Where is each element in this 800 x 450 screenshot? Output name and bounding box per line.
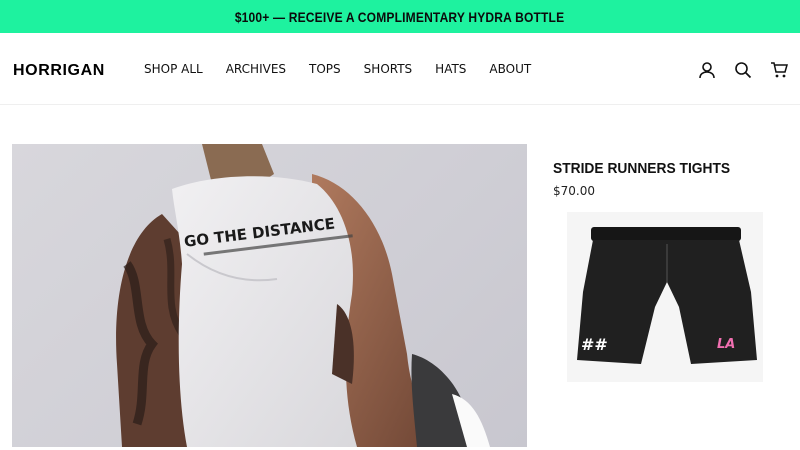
site-logo[interactable]: HORRIGAN: [13, 62, 105, 80]
main-nav: SHOP ALL ARCHIVES TOPS SHORTS HATS ABOUT: [144, 62, 554, 76]
product-price: $70.00: [553, 184, 595, 198]
tights-pink-mark: LA: [717, 337, 735, 352]
hero-photo: GO THE DISTANCE: [116, 144, 490, 447]
product-title[interactable]: STRIDE RUNNERS TIGHTS: [553, 160, 730, 177]
cart-icon[interactable]: [768, 59, 790, 81]
nav-archives[interactable]: ARCHIVES: [226, 62, 286, 76]
account-icon[interactable]: [696, 59, 718, 81]
promo-text: $100+ — RECEIVE A COMPLIMENTARY HYDRA BO…: [235, 8, 565, 25]
product-image[interactable]: ## LA: [567, 212, 763, 382]
nav-tops[interactable]: TOPS: [309, 62, 341, 76]
nav-shop-all[interactable]: SHOP ALL: [144, 62, 203, 76]
product-tights-image: ## LA: [577, 227, 757, 364]
site-header: HORRIGAN SHOP ALL ARCHIVES TOPS SHORTS H…: [0, 33, 800, 105]
nav-shorts[interactable]: SHORTS: [364, 62, 413, 76]
nav-about[interactable]: ABOUT: [489, 62, 531, 76]
promo-banner[interactable]: $100+ — RECEIVE A COMPLIMENTARY HYDRA BO…: [0, 0, 800, 33]
tights-white-mark: ##: [581, 335, 608, 354]
search-icon[interactable]: [732, 59, 754, 81]
header-icons: [696, 59, 790, 81]
nav-hats[interactable]: HATS: [435, 62, 466, 76]
hero-image[interactable]: GO THE DISTANCE: [12, 144, 527, 447]
